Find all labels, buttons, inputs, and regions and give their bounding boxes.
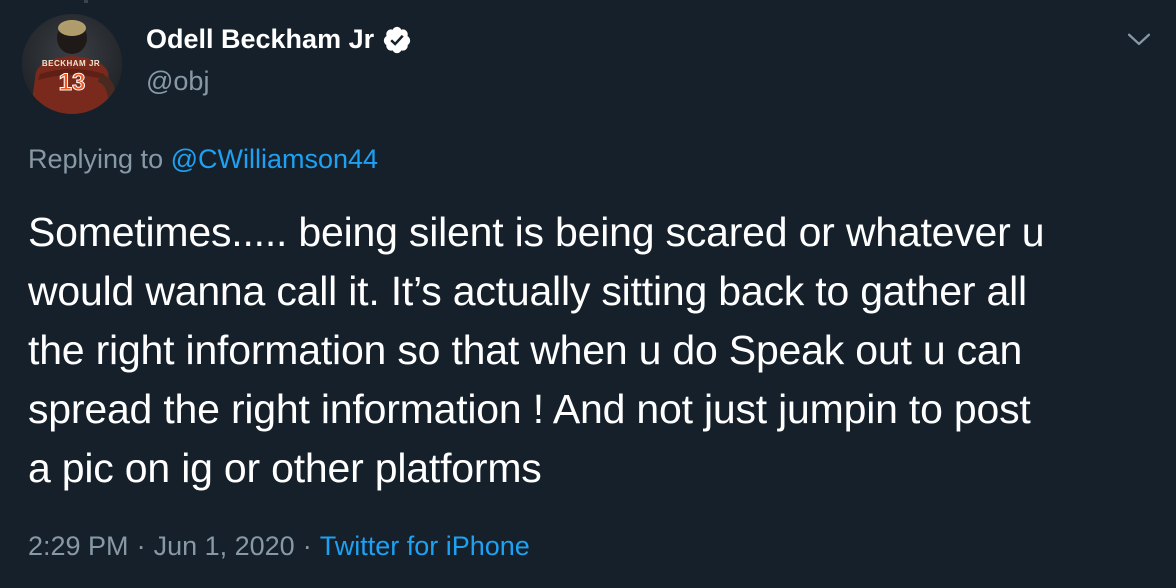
- divider-mark: [84, 0, 88, 3]
- tweet-text-line: the right information so that when u do …: [28, 327, 1023, 373]
- tweet-time[interactable]: 2:29 PM: [28, 531, 129, 561]
- tweet-meta: 2:29 PM · Jun 1, 2020 · Twitter for iPhone: [28, 531, 530, 562]
- tweet-card: BECKHAM JR 13 Odell Beckham Jr @obj Repl…: [0, 0, 1176, 588]
- meta-separator: ·: [302, 531, 312, 561]
- tweet-source-link[interactable]: Twitter for iPhone: [320, 531, 530, 561]
- jersey-number-text: 13: [58, 69, 86, 97]
- tweet-date[interactable]: Jun 1, 2020: [154, 531, 295, 561]
- display-name[interactable]: Odell Beckham Jr: [146, 24, 412, 55]
- handle[interactable]: @obj: [146, 66, 209, 97]
- tweet-text-line: would wanna call it. It’s actually sitti…: [28, 268, 1027, 314]
- replying-prefix: Replying to: [28, 144, 164, 174]
- jersey-name-text: BECKHAM JR: [41, 59, 101, 68]
- tweet-text-line: spread the right information ! And not j…: [28, 386, 1031, 432]
- replying-to-link[interactable]: @CWilliamson44: [171, 144, 378, 174]
- tweet-text: Sometimes..... being silent is being sca…: [28, 203, 1153, 498]
- display-name-text: Odell Beckham Jr: [146, 24, 375, 54]
- verified-badge-icon: [383, 26, 411, 53]
- avatar[interactable]: BECKHAM JR 13: [22, 14, 122, 114]
- meta-separator: ·: [136, 531, 146, 561]
- chevron-down-icon[interactable]: [1122, 22, 1156, 56]
- tweet-text-line: Sometimes..... being silent is being sca…: [28, 209, 1045, 255]
- tweet-text-line: a pic on ig or other platforms: [28, 445, 542, 491]
- replying-to-line: Replying to @CWilliamson44: [28, 144, 378, 175]
